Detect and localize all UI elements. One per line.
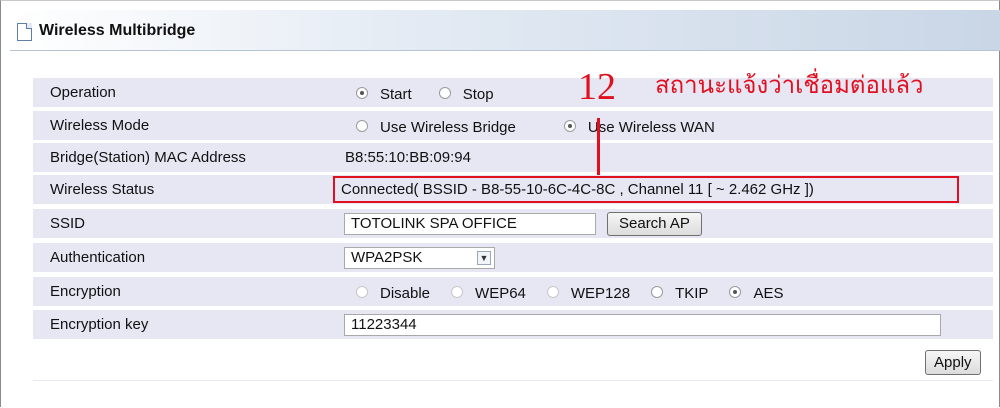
encryption-aes-option[interactable]: AES [729,282,783,302]
authentication-select[interactable]: WPA2PSK ▼ [344,246,495,269]
encryption-wep64-option[interactable]: WEP64 [451,282,526,302]
wireless-wan-option[interactable]: Use Wireless WAN [563,116,715,136]
mac-address-value: B8:55:10:BB:09:94 [345,149,471,166]
annotation-highlight-box [333,176,959,203]
ssid-label: SSID [50,215,86,232]
annotation-text: สถานะแจ้งว่าเชื่อมต่อแล้ว [655,71,924,99]
wireless-mode-label: Wireless Mode [50,117,150,134]
chevron-down-icon[interactable]: ▼ [477,250,491,265]
encryption-disable-radio[interactable] [356,285,368,298]
wireless-wan-radio[interactable] [563,119,576,132]
row-encryption-key: Encryption key [33,310,993,339]
encryption-wep128-radio[interactable] [546,285,559,298]
apply-button[interactable]: Apply [925,350,981,375]
operation-label: Operation [50,84,116,101]
wireless-status-label: Wireless Status [50,181,155,198]
encryption-key-input[interactable] [344,313,941,336]
mac-address-label: Bridge(Station) MAC Address [50,149,246,166]
encryption-wep128-option[interactable]: WEP128 [546,282,630,302]
authentication-value: WPA2PSK [351,249,423,266]
search-ap-button[interactable]: Search AP [607,211,702,236]
document-icon [17,23,32,41]
operation-stop-option[interactable]: Stop [438,83,494,103]
encryption-wep64-radio[interactable] [451,285,464,298]
encryption-aes-radio[interactable] [729,285,742,298]
wireless-bridge-option[interactable]: Use Wireless Bridge [356,116,516,136]
operation-stop-radio[interactable] [438,86,451,99]
encryption-label: Encryption [50,283,121,300]
row-authentication: Authentication WPA2PSK ▼ [33,243,993,272]
divider [33,380,993,381]
encryption-tkip-option[interactable]: TKIP [651,282,708,302]
authentication-label: Authentication [50,249,146,266]
encryption-disable-option[interactable]: Disable [356,282,430,302]
ssid-input[interactable] [344,212,596,235]
row-ssid: SSID Search AP [33,209,993,238]
row-mac-address: Bridge(Station) MAC Address B8:55:10:BB:… [33,143,993,172]
panel-title: Wireless Multibridge [39,22,196,39]
encryption-tkip-radio[interactable] [651,285,664,298]
annotation-connector [597,118,600,175]
operation-start-option[interactable]: Start [356,83,412,103]
annotation-number: 12 [578,66,616,108]
row-encryption: Encryption Disable WEP64 WEP128 TKIP AES [33,277,993,306]
operation-start-radio[interactable] [356,86,368,99]
wireless-bridge-radio[interactable] [356,119,368,132]
encryption-key-label: Encryption key [50,316,149,333]
row-wireless-mode: Wireless Mode Use Wireless Bridge Use Wi… [33,111,993,140]
